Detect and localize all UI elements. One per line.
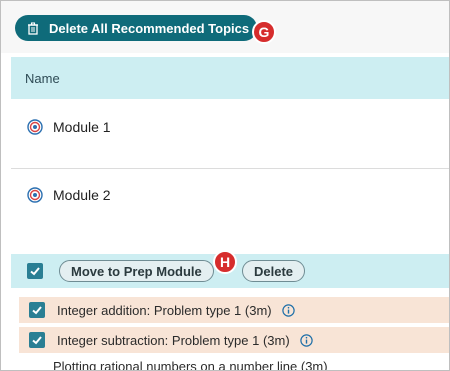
module-row[interactable]: Module 1 bbox=[11, 113, 449, 141]
delete-all-recommended-topics-button[interactable]: Delete All Recommended Topics bbox=[15, 15, 257, 41]
trash-icon bbox=[28, 21, 38, 35]
target-icon bbox=[27, 187, 43, 203]
module-label: Module 2 bbox=[53, 187, 111, 203]
annotation-marker-h: H bbox=[213, 250, 237, 274]
topic-label: Integer subtraction: Problem type 1 (3m) bbox=[57, 332, 290, 348]
checkmark-icon bbox=[32, 306, 42, 315]
recommended-topics-panel: Delete All Recommended Topics G Name Mod… bbox=[0, 0, 450, 371]
topic-row[interactable]: Integer subtraction: Problem type 1 (3m) bbox=[19, 327, 449, 353]
checkmark-icon bbox=[32, 336, 42, 345]
row-divider bbox=[11, 168, 449, 169]
module-label: Module 1 bbox=[53, 119, 111, 135]
move-to-prep-module-button[interactable]: Move to Prep Module bbox=[59, 260, 214, 282]
target-icon bbox=[27, 119, 43, 135]
column-header-name: Name bbox=[25, 70, 60, 86]
topic-checkbox[interactable] bbox=[29, 332, 45, 348]
delete-all-label: Delete All Recommended Topics bbox=[49, 20, 250, 36]
topic-checkbox[interactable] bbox=[29, 302, 45, 318]
select-all-checkbox[interactable] bbox=[27, 263, 43, 279]
delete-button[interactable]: Delete bbox=[242, 260, 306, 282]
topic-label: Integer addition: Problem type 1 (3m) bbox=[57, 302, 272, 318]
topic-label-partial[interactable]: Plotting rational numbers on a number li… bbox=[53, 359, 328, 370]
table-header: Name bbox=[11, 57, 449, 99]
info-icon[interactable] bbox=[281, 303, 295, 317]
annotation-marker-g: G bbox=[252, 20, 276, 44]
topic-row[interactable]: Integer addition: Problem type 1 (3m) bbox=[19, 297, 449, 323]
toolbar-area: Delete All Recommended Topics G bbox=[1, 1, 449, 53]
checkmark-icon bbox=[30, 267, 40, 276]
info-icon[interactable] bbox=[299, 333, 313, 347]
module-row[interactable]: Module 2 bbox=[11, 181, 449, 209]
